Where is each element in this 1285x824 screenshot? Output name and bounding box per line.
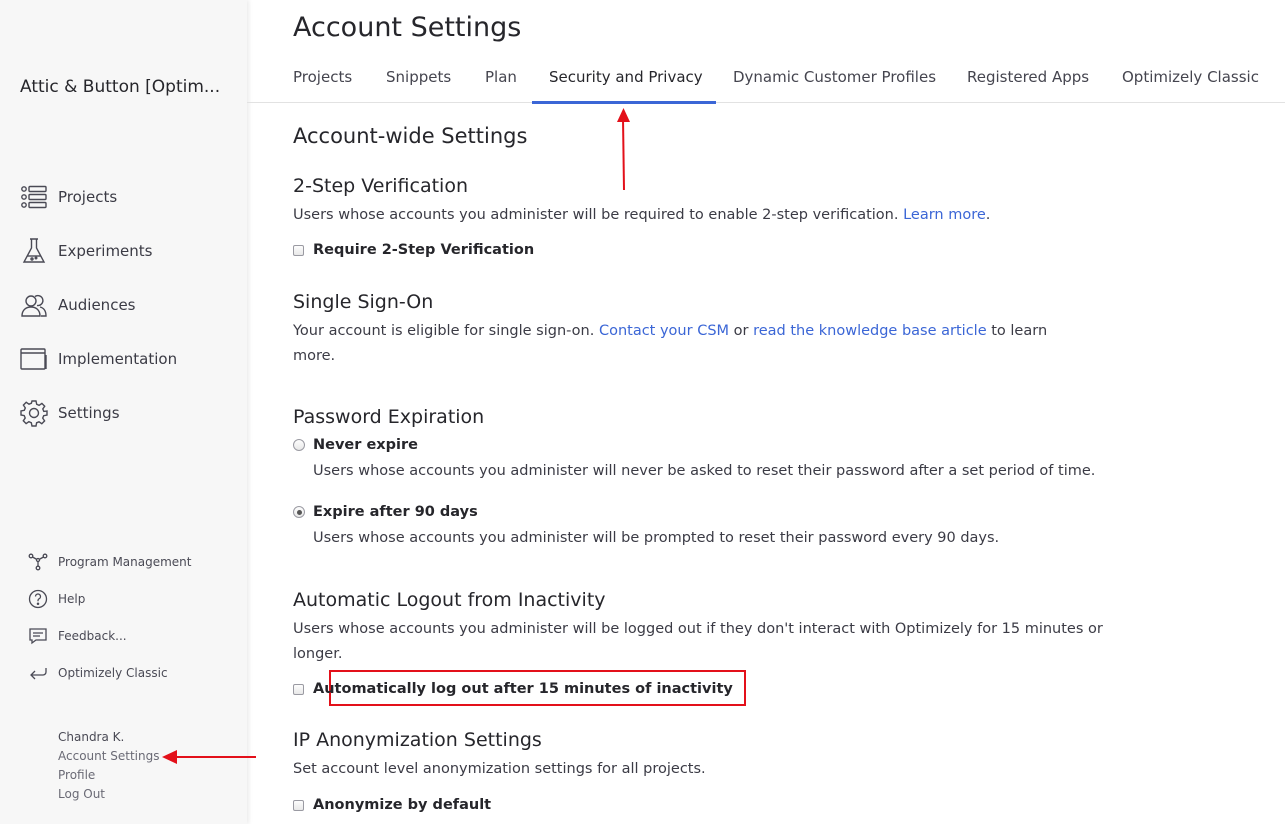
profile-link[interactable]: Profile xyxy=(58,767,159,786)
program-graph-icon xyxy=(28,552,48,572)
tab-projects[interactable]: Projects xyxy=(293,56,352,103)
sidebar-item-label: Help xyxy=(58,591,86,606)
never-expire-radio[interactable] xyxy=(293,439,305,451)
sidebar-item-optimizely-classic[interactable]: Optimizely Classic xyxy=(0,654,247,691)
sidebar-item-label: Implementation xyxy=(58,350,178,368)
sidebar-item-program-management[interactable]: Program Management xyxy=(0,543,247,580)
never-expire-label: Never expire xyxy=(313,437,418,453)
user-name: Chandra K. xyxy=(58,730,125,744)
tab-optimizely-classic[interactable]: Optimizely Classic xyxy=(1122,56,1259,103)
tab-snippets[interactable]: Snippets xyxy=(386,56,451,103)
require-2-step-checkbox[interactable] xyxy=(293,244,304,256)
annotation-arrow-up xyxy=(617,108,630,191)
page-title: Account Settings xyxy=(293,12,522,43)
auto-logout-label: Automatically log out after 15 minutes o… xyxy=(313,681,733,697)
expire-90-days-option[interactable]: Expire after 90 days xyxy=(293,504,478,520)
ip-anonymization-title: IP Anonymization Settings xyxy=(293,729,542,751)
expire-90-days-radio[interactable] xyxy=(293,506,305,518)
annotation-arrow-left xyxy=(162,750,256,764)
tab-plan[interactable]: Plan xyxy=(485,56,517,103)
never-expire-desc: Users whose accounts you administer will… xyxy=(313,463,1096,479)
log-out-link[interactable]: Log Out xyxy=(58,786,159,805)
account-settings-link[interactable]: Account Settings xyxy=(58,748,159,767)
sidebar-nav: Projects Experiments Audiences Implement… xyxy=(0,170,247,440)
contact-csm-link[interactable]: Contact your CSM xyxy=(599,323,729,339)
sso-desc: Your account is eligible for single sign… xyxy=(293,319,1073,369)
sidebar: Attic & Button [Optim... Projects Experi… xyxy=(0,0,247,824)
radio-selected-dot xyxy=(296,509,302,515)
knowledge-base-link[interactable]: read the knowledge base article xyxy=(753,323,987,339)
ip-anonymization-desc: Set account level anonymization settings… xyxy=(293,761,706,777)
sidebar-item-help[interactable]: Help xyxy=(0,580,247,617)
sidebar-item-feedback[interactable]: Feedback... xyxy=(0,617,247,654)
auto-logout-option[interactable]: Automatically log out after 15 minutes o… xyxy=(293,681,733,697)
flask-icon xyxy=(20,237,48,265)
section-heading: Account-wide Settings xyxy=(293,124,528,148)
anonymize-default-option[interactable]: Anonymize by default xyxy=(293,797,491,813)
question-circle-icon xyxy=(28,589,48,609)
sso-title: Single Sign-On xyxy=(293,291,434,313)
tab-registered-apps[interactable]: Registered Apps xyxy=(967,56,1089,103)
sidebar-item-label: Settings xyxy=(58,404,120,422)
auto-logout-checkbox[interactable] xyxy=(293,683,304,695)
sidebar-item-audiences[interactable]: Audiences xyxy=(0,278,247,332)
people-icon xyxy=(20,291,48,319)
expire-90-days-label: Expire after 90 days xyxy=(313,504,478,520)
sidebar-item-experiments[interactable]: Experiments xyxy=(0,224,247,278)
sidebar-item-label: Program Management xyxy=(58,554,192,569)
tab-dynamic-customer-profiles[interactable]: Dynamic Customer Profiles xyxy=(733,56,936,103)
two-step-desc: Users whose accounts you administer will… xyxy=(293,203,1113,228)
learn-more-link[interactable]: Learn more xyxy=(903,207,986,223)
auto-logout-desc: Users whose accounts you administer will… xyxy=(293,621,1103,662)
sidebar-item-implementation[interactable]: Implementation xyxy=(0,332,247,386)
user-menu: Chandra K. Account Settings Profile Log … xyxy=(58,729,159,805)
sidebar-item-label: Optimizely Classic xyxy=(58,665,168,680)
sidebar-item-label: Experiments xyxy=(58,242,153,260)
anonymize-default-checkbox[interactable] xyxy=(293,799,304,811)
expire-90-days-desc: Users whose accounts you administer will… xyxy=(313,530,1000,546)
gear-icon xyxy=(20,399,48,427)
require-2-step-label: Require 2-Step Verification xyxy=(313,242,535,258)
auto-logout-title: Automatic Logout from Inactivity xyxy=(293,589,606,611)
tab-bar: Projects Snippets Plan Security and Priv… xyxy=(247,56,1285,103)
projects-list-icon xyxy=(20,183,48,211)
sidebar-item-label: Projects xyxy=(58,188,118,206)
main-content: Account Settings Projects Snippets Plan … xyxy=(247,0,1285,824)
sidebar-item-label: Audiences xyxy=(58,296,136,314)
sso-desc-text: Your account is eligible for single sign… xyxy=(293,323,595,339)
require-2-step-option[interactable]: Require 2-Step Verification xyxy=(293,242,534,258)
password-expiration-title: Password Expiration xyxy=(293,406,485,428)
sidebar-item-projects[interactable]: Projects xyxy=(0,170,247,224)
org-name[interactable]: Attic & Button [Optim... xyxy=(20,77,230,97)
sidebar-item-label: Feedback... xyxy=(58,628,127,643)
sidebar-item-settings[interactable]: Settings xyxy=(0,386,247,440)
sso-desc-or: or xyxy=(733,323,749,339)
anonymize-default-label: Anonymize by default xyxy=(313,797,492,813)
two-step-desc-end: . xyxy=(985,207,991,223)
tab-security-and-privacy[interactable]: Security and Privacy xyxy=(549,56,703,103)
two-step-desc-text: Users whose accounts you administer will… xyxy=(293,207,899,223)
two-step-title: 2-Step Verification xyxy=(293,175,468,197)
code-window-icon xyxy=(20,345,48,373)
return-arrow-icon xyxy=(28,663,48,683)
feedback-bubble-icon xyxy=(28,626,48,646)
never-expire-option[interactable]: Never expire xyxy=(293,437,418,453)
sidebar-secondary: Program Management Help Feedback... Opti… xyxy=(0,543,247,691)
